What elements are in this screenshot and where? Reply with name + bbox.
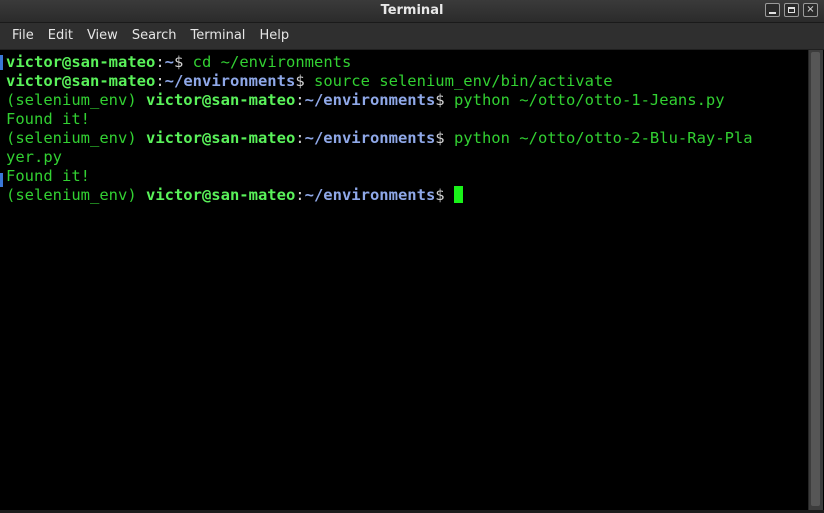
window-controls: × <box>765 3 818 17</box>
venv-prefix: (selenium_env) <box>6 186 146 204</box>
terminal-line: (selenium_env) victor@san-mateo:~/enviro… <box>6 91 725 110</box>
prompt-user: victor@san-mateo <box>145 129 296 147</box>
prompt-user: victor@san-mateo <box>145 186 296 204</box>
terminal-line: victor@san-mateo:~$ cd ~/environments <box>6 53 351 72</box>
window-title: Terminal <box>380 3 444 18</box>
prompt-separator: : <box>295 129 305 147</box>
close-button[interactable]: × <box>803 3 818 17</box>
command-text: python ~/otto/otto-1-Jeans.py <box>453 91 725 109</box>
maximize-icon <box>788 7 795 13</box>
maximize-button[interactable] <box>784 3 799 17</box>
menu-search[interactable]: Search <box>126 23 185 49</box>
menu-terminal[interactable]: Terminal <box>184 23 253 49</box>
prompt-path: ~/environments <box>304 129 436 147</box>
terminal-cursor <box>453 186 463 203</box>
prompt-separator: : <box>155 72 165 90</box>
command-text: source selenium_env/bin/activate <box>313 72 613 90</box>
prompt-user: victor@san-mateo <box>6 53 156 71</box>
prompt-symbol: $ <box>435 186 454 204</box>
prompt-path: ~/environments <box>164 72 296 90</box>
prompt-separator: : <box>295 186 305 204</box>
prompt-symbol: $ <box>435 91 454 109</box>
menu-view[interactable]: View <box>81 23 126 49</box>
terminal-line: (selenium_env) victor@san-mateo:~/enviro… <box>6 186 463 205</box>
prompt-separator: : <box>295 91 305 109</box>
menu-file[interactable]: File <box>0 23 42 49</box>
venv-prefix: (selenium_env) <box>6 129 146 147</box>
menu-bar: File Edit View Search Terminal Help <box>0 23 824 50</box>
terminal-line: victor@san-mateo:~/environments$ source … <box>6 72 613 91</box>
prompt-separator: : <box>155 53 165 71</box>
terminal-window: Terminal × File Edit View Search Termina… <box>0 0 824 513</box>
line-marker <box>0 55 3 70</box>
prompt-path: ~/environments <box>304 186 436 204</box>
minimize-button[interactable] <box>765 3 780 17</box>
line-marker <box>0 173 3 187</box>
minimize-icon <box>769 11 776 14</box>
vertical-scrollbar[interactable] <box>808 50 823 510</box>
prompt-symbol: $ <box>174 53 193 71</box>
menu-edit[interactable]: Edit <box>42 23 81 49</box>
terminal-line: (selenium_env) victor@san-mateo:~/enviro… <box>6 129 753 148</box>
terminal-output[interactable]: victor@san-mateo:~$ cd ~/environments vi… <box>0 50 808 510</box>
command-text: cd ~/environments <box>192 53 352 71</box>
prompt-path: ~/environments <box>304 91 436 109</box>
title-bar[interactable]: Terminal × <box>0 0 824 23</box>
venv-prefix: (selenium_env) <box>6 91 146 109</box>
command-text: python ~/otto/otto-2-Blu-Ray-Pla <box>453 129 753 147</box>
menu-help[interactable]: Help <box>253 23 297 49</box>
prompt-path: ~ <box>164 53 174 71</box>
output-line: yer.py <box>6 148 62 166</box>
output-line: Found it! <box>6 110 90 128</box>
output-line: Found it! <box>6 167 90 185</box>
prompt-user: victor@san-mateo <box>145 91 296 109</box>
prompt-symbol: $ <box>435 129 454 147</box>
prompt-user: victor@san-mateo <box>6 72 156 90</box>
prompt-symbol: $ <box>295 72 314 90</box>
close-icon: × <box>806 4 815 15</box>
scrollbar-thumb[interactable] <box>811 52 820 506</box>
